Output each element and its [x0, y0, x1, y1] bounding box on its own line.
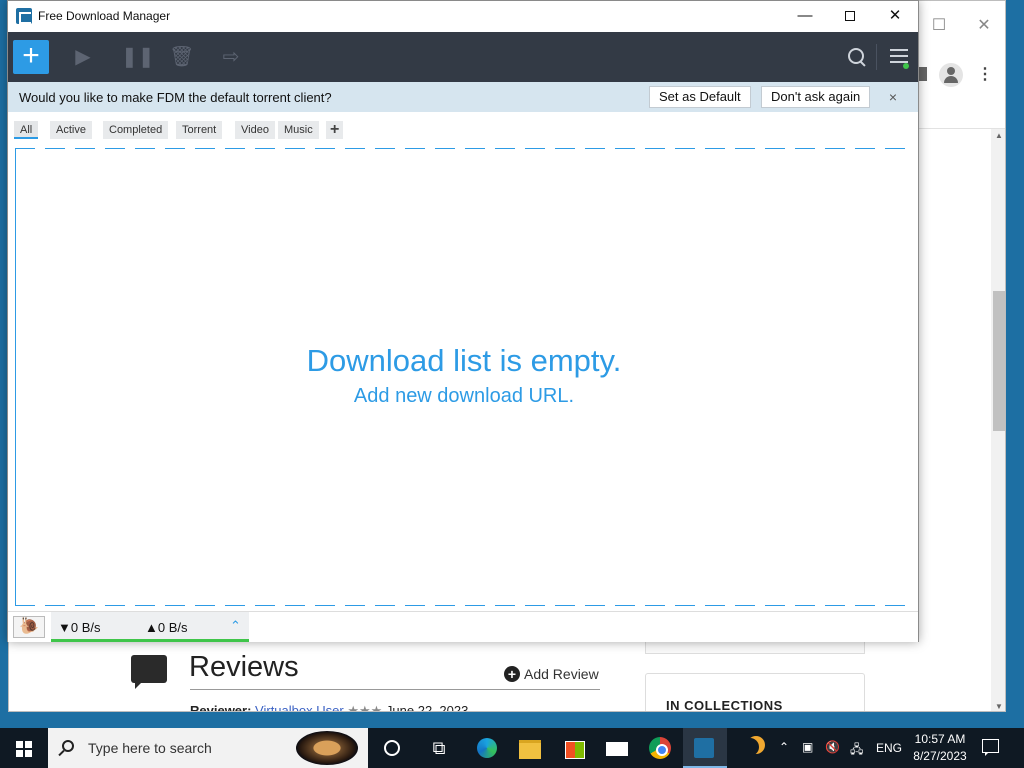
- browser-scrollbar[interactable]: ▲ ▼: [991, 129, 1005, 711]
- notifications-icon[interactable]: [982, 739, 999, 756]
- minimize-button[interactable]: —: [782, 1, 828, 32]
- mail-icon[interactable]: [603, 734, 631, 762]
- store-icon[interactable]: [560, 734, 588, 762]
- default-client-notice: Would you like to make FDM the default t…: [8, 82, 918, 112]
- browser-menu-icon[interactable]: ⋮: [975, 65, 995, 85]
- extension-icon[interactable]: [919, 67, 927, 81]
- add-review-link[interactable]: + Add Review: [504, 666, 599, 682]
- chrome-icon[interactable]: [646, 734, 674, 762]
- status-dot: [903, 63, 909, 69]
- dont-ask-again-button[interactable]: Don't ask again: [761, 86, 871, 108]
- toolbar-divider: [876, 44, 877, 70]
- snail-mode-icon[interactable]: 🐌: [13, 616, 45, 638]
- windows-logo-tile: [25, 750, 32, 757]
- night-mode-icon[interactable]: [736, 734, 764, 762]
- maximize-icon: [845, 11, 855, 22]
- pause-icon[interactable]: ❚❚: [121, 46, 155, 68]
- search-icon[interactable]: [846, 46, 868, 68]
- browser-maximize-button[interactable]: ☐: [924, 11, 954, 41]
- collections-card: IN COLLECTIONS: [645, 673, 865, 712]
- fdm-taskbar-icon[interactable]: [690, 734, 718, 762]
- filter-tabs: All Active Completed Torrent Video Music…: [8, 112, 918, 142]
- tab-all[interactable]: All: [14, 121, 39, 139]
- windows-logo-icon: [16, 741, 23, 748]
- profile-avatar-icon[interactable]: [939, 63, 963, 87]
- taskbar-search-box[interactable]: Type here to search: [48, 728, 368, 768]
- add-download-button[interactable]: +: [13, 40, 49, 74]
- main-toolbar: + ▶ ❚❚ 🗑 ⇨: [8, 32, 918, 82]
- review-meta: Reviewer: Virtualbox User ★★★ June 22, 2…: [190, 703, 469, 712]
- tray-device-icon[interactable]: ▣: [802, 740, 813, 754]
- download-speed: ▼0 B/s: [58, 620, 101, 635]
- search-highlight-image: [296, 731, 358, 765]
- windows-logo-tile: [25, 741, 32, 748]
- volume-muted-icon[interactable]: 🔇: [825, 740, 840, 754]
- reviews-comment-icon: [131, 655, 167, 689]
- review-date: June 22, 2023: [385, 703, 469, 712]
- add-review-label: Add Review: [524, 666, 599, 682]
- empty-list-title: Download list is empty.: [306, 343, 622, 378]
- tab-active[interactable]: Active: [50, 121, 92, 139]
- edge-icon[interactable]: [473, 734, 501, 762]
- tab-video[interactable]: Video: [235, 121, 275, 139]
- download-list-drop-area[interactable]: Download list is empty. Add new download…: [15, 148, 913, 606]
- browser-close-button[interactable]: ✕: [969, 11, 999, 41]
- delete-icon[interactable]: 🗑: [169, 46, 194, 68]
- resume-icon[interactable]: ▶: [71, 46, 95, 68]
- search-icon: [62, 740, 74, 752]
- windows-logo-tile: [16, 750, 23, 757]
- notice-text: Would you like to make FDM the default t…: [19, 90, 332, 105]
- window-title: Free Download Manager: [38, 9, 171, 23]
- chevron-up-icon[interactable]: ⌃: [230, 618, 241, 634]
- review-stars: ★★★: [347, 703, 383, 712]
- status-bar: 🐌 ▼0 B/s ▲0 B/s ⌃: [8, 611, 918, 642]
- plus-circle-icon: +: [504, 666, 520, 682]
- scrollbar-thumb[interactable]: [993, 291, 1005, 431]
- title-bar[interactable]: Free Download Manager — ✕: [8, 1, 918, 32]
- reviewer-label: Reviewer:: [190, 703, 252, 712]
- upload-speed: ▲0 B/s: [145, 620, 188, 635]
- taskbar: Type here to search ⧉ ⌃ ▣ 🔇 🖧 ENG 10:57 …: [0, 728, 1024, 768]
- clock-date[interactable]: 8/27/2023: [911, 749, 969, 763]
- tray-chevron-icon[interactable]: ⌃: [779, 740, 789, 754]
- reviews-heading: Reviews: [189, 651, 299, 683]
- close-button[interactable]: ✕: [872, 1, 918, 32]
- network-icon[interactable]: 🖧: [850, 740, 863, 761]
- file-explorer-icon[interactable]: [516, 734, 544, 762]
- reviews-divider: [190, 689, 600, 690]
- tab-torrent[interactable]: Torrent: [176, 121, 223, 139]
- clock-time[interactable]: 10:57 AM: [911, 732, 969, 746]
- tab-completed[interactable]: Completed: [103, 121, 169, 139]
- collections-title: IN COLLECTIONS: [666, 698, 783, 712]
- task-view-icon[interactable]: ⧉: [425, 734, 453, 762]
- close-notice-icon[interactable]: ×: [884, 88, 902, 106]
- scroll-up-arrow-icon[interactable]: ▲: [995, 131, 1003, 140]
- tab-music[interactable]: Music: [278, 121, 319, 139]
- set-as-default-button[interactable]: Set as Default: [649, 86, 751, 108]
- speed-indicator[interactable]: ▼0 B/s ▲0 B/s ⌃: [51, 612, 249, 642]
- add-url-link[interactable]: Add new download URL.: [16, 385, 912, 408]
- reviewer-name-link[interactable]: Virtualbox User: [255, 703, 344, 711]
- language-indicator[interactable]: ENG: [876, 741, 902, 755]
- move-folder-icon[interactable]: ⇨: [219, 46, 243, 68]
- add-filter-button[interactable]: +: [326, 121, 344, 139]
- maximize-button[interactable]: [827, 1, 873, 32]
- fdm-window: Free Download Manager — ✕ + ▶ ❚❚ 🗑 ⇨ Wou…: [7, 0, 919, 642]
- search-placeholder: Type here to search: [88, 740, 212, 756]
- hamburger-menu-icon[interactable]: [890, 49, 908, 63]
- start-button[interactable]: [0, 728, 48, 768]
- cortana-icon[interactable]: [378, 734, 406, 762]
- scroll-down-arrow-icon[interactable]: ▼: [995, 702, 1003, 711]
- fdm-logo-icon: [16, 8, 32, 24]
